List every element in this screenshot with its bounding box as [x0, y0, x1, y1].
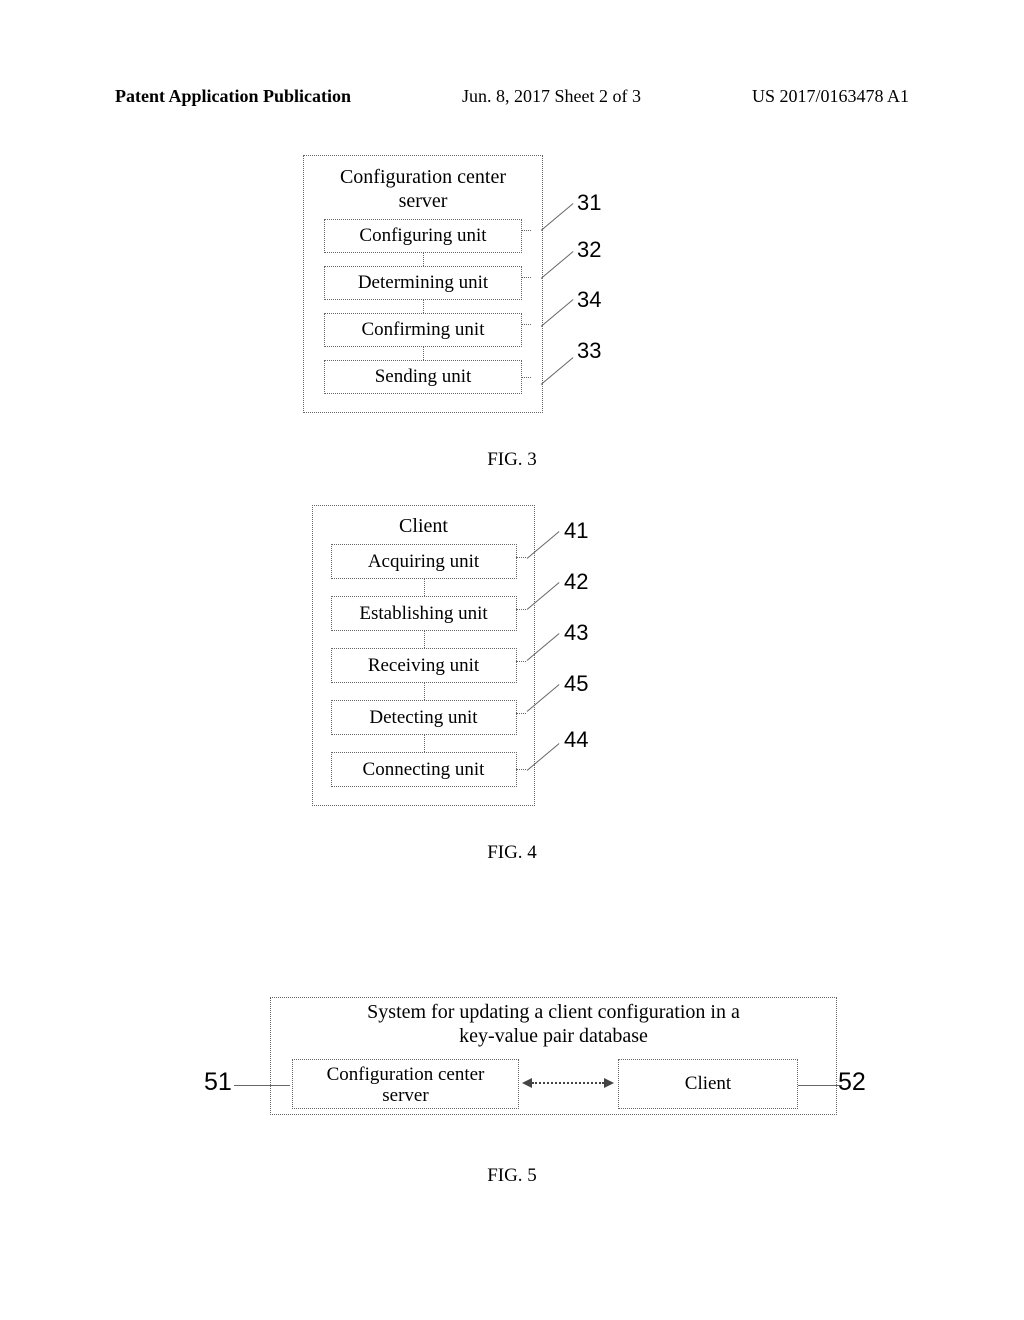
- flow-line-icon: [424, 631, 425, 648]
- fig3-lead-32-tick: [521, 277, 531, 278]
- fig3-sending-unit-box: Sending unit: [324, 360, 522, 394]
- fig4-acquiring-unit-box: Acquiring unit: [331, 544, 517, 579]
- fig3-sending-unit-label: Sending unit: [375, 366, 472, 387]
- fig3-outer-title-line2: server: [399, 190, 448, 212]
- flow-line-icon: [423, 300, 424, 313]
- arrow-left-icon: [522, 1078, 532, 1088]
- fig3-flow-32-34: [304, 300, 542, 313]
- fig3-lead-32: [541, 251, 574, 279]
- publication-type: Patent Application Publication: [115, 86, 351, 107]
- fig3-determining-unit-label: Determining unit: [358, 272, 488, 293]
- fig4-callout-43: 43: [564, 620, 588, 646]
- fig4-callout-41: 41: [564, 518, 588, 544]
- fig4-connecting-unit-box: Connecting unit: [331, 752, 517, 787]
- fig3-configuration-center-server-box: Configuration center server Configuring …: [303, 155, 543, 413]
- fig3-lead-34-tick: [521, 324, 531, 325]
- fig4-caption: FIG. 4: [0, 842, 1024, 864]
- fig4-client-box: Client Acquiring unit Establishing unit …: [312, 505, 535, 806]
- fig4-callout-45: 45: [564, 671, 588, 697]
- fig4-flow-42-43: [313, 631, 534, 648]
- fig5-client-label: Client: [685, 1073, 731, 1094]
- fig4-receiving-unit-label: Receiving unit: [368, 655, 479, 676]
- link-line-icon: [532, 1082, 604, 1084]
- fig4-lead-43-tick: [516, 661, 526, 662]
- figure-5: System for updating a client configurati…: [144, 985, 880, 1175]
- fig5-callout-52: 52: [838, 1068, 866, 1097]
- fig4-lead-45-tick: [516, 713, 526, 714]
- fig4-acquiring-unit-label: Acquiring unit: [368, 551, 479, 572]
- fig4-flow-43-45: [313, 683, 534, 700]
- fig3-outer-title-line1: Configuration center: [340, 166, 506, 188]
- flow-line-icon: [423, 253, 424, 266]
- figure-3: Configuration center server Configuring …: [303, 155, 541, 411]
- page-header: Patent Application Publication Jun. 8, 2…: [115, 86, 909, 107]
- flow-line-icon: [424, 735, 425, 752]
- fig5-lead-52: [798, 1085, 842, 1086]
- fig3-configuring-unit-label: Configuring unit: [359, 225, 486, 246]
- arrow-right-icon: [604, 1078, 614, 1088]
- fig5-title: System for updating a client configurati…: [270, 1000, 837, 1048]
- fig3-flow-34-33: [304, 347, 542, 360]
- fig4-detecting-unit-label: Detecting unit: [369, 707, 477, 728]
- flow-line-icon: [424, 579, 425, 596]
- fig5-server-label-line1: Configuration center: [327, 1064, 485, 1085]
- figure-4: Client Acquiring unit Establishing unit …: [312, 505, 533, 804]
- fig3-configuring-unit-box: Configuring unit: [324, 219, 522, 253]
- fig4-flow-41-42: [313, 579, 534, 596]
- flow-line-icon: [424, 683, 425, 700]
- fig5-configuration-center-server-box: Configuration center server: [292, 1059, 519, 1109]
- fig3-confirming-unit-box: Confirming unit: [324, 313, 522, 347]
- fig5-lead-51: [234, 1085, 290, 1086]
- fig3-determining-unit-box: Determining unit: [324, 266, 522, 300]
- fig4-lead-44-tick: [516, 769, 526, 770]
- fig4-connecting-unit-label: Connecting unit: [363, 759, 485, 780]
- fig5-caption: FIG. 5: [0, 1165, 1024, 1187]
- fig4-receiving-unit-box: Receiving unit: [331, 648, 517, 683]
- fig4-flow-45-44: [313, 735, 534, 752]
- fig5-title-line2: key-value pair database: [459, 1025, 648, 1047]
- fig5-server-label-line2: server: [382, 1085, 428, 1106]
- fig3-caption: FIG. 3: [0, 449, 1024, 471]
- fig3-flow-31-32: [304, 253, 542, 266]
- fig3-callout-34: 34: [577, 287, 601, 313]
- fig4-callout-44: 44: [564, 727, 588, 753]
- publication-date-sheet: Jun. 8, 2017 Sheet 2 of 3: [462, 86, 641, 107]
- fig4-detecting-unit-box: Detecting unit: [331, 700, 517, 735]
- fig5-title-line1: System for updating a client configurati…: [367, 1001, 740, 1023]
- fig3-callout-32: 32: [577, 237, 601, 263]
- fig4-lead-41-tick: [516, 557, 526, 558]
- page-root: Patent Application Publication Jun. 8, 2…: [0, 0, 1024, 1320]
- fig4-establishing-unit-box: Establishing unit: [331, 596, 517, 631]
- fig3-lead-33-tick: [521, 377, 531, 378]
- fig5-callout-51: 51: [204, 1068, 232, 1097]
- publication-number: US 2017/0163478 A1: [752, 86, 909, 107]
- fig4-callout-42: 42: [564, 569, 588, 595]
- fig3-lead-33: [541, 357, 574, 385]
- fig3-outer-title: Configuration center server: [304, 156, 542, 219]
- fig3-confirming-unit-label: Confirming unit: [362, 319, 485, 340]
- fig4-lead-42-tick: [516, 609, 526, 610]
- fig3-lead-34: [541, 299, 574, 327]
- fig3-callout-33: 33: [577, 338, 601, 364]
- fig3-lead-31: [541, 203, 574, 231]
- fig3-callout-31: 31: [577, 190, 601, 216]
- fig4-establishing-unit-label: Establishing unit: [359, 603, 487, 624]
- fig3-lead-31-tick: [521, 230, 531, 231]
- flow-line-icon: [423, 347, 424, 360]
- fig5-client-box: Client: [618, 1059, 798, 1109]
- fig4-outer-title: Client: [313, 506, 534, 544]
